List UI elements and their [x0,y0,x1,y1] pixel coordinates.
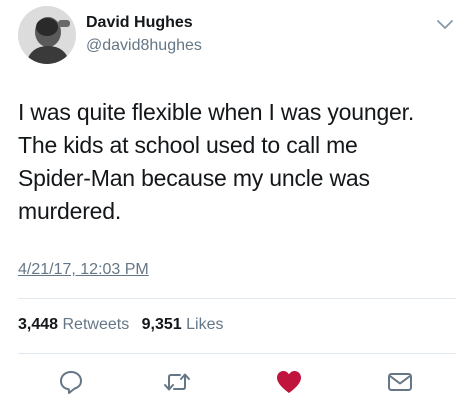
user-display-name[interactable]: David Hughes [86,14,193,32]
retweets-label: Retweets [62,316,130,333]
like-button[interactable] [273,366,305,398]
tweet-text: I was quite flexible when I was younger.… [18,99,415,224]
likes-count: 9,351 [141,316,182,333]
retweet-icon [164,373,190,391]
tweet-actions [0,366,474,398]
divider [18,353,456,354]
tweet-stats: 3,448 Retweets 9,351 Likes [18,316,224,334]
retweet-button[interactable] [161,366,193,398]
tweet-card: David Hughes @david8hughes I was quite f… [0,0,474,407]
likes-label: Likes [186,316,224,333]
reply-button[interactable] [55,366,87,398]
avatar[interactable] [18,6,76,64]
chevron-down-icon[interactable] [436,18,454,32]
user-handle[interactable]: @david8hughes [86,37,202,55]
likes-stat[interactable]: 9,351 Likes [142,316,224,334]
envelope-icon [388,373,412,391]
reply-icon [60,371,82,394]
tweet-timestamp[interactable]: 4/21/17, 12:03 PM [18,261,149,279]
retweets-stat[interactable]: 3,448 Retweets [18,316,129,334]
divider [18,298,456,299]
heart-icon [277,371,301,393]
retweets-count: 3,448 [18,316,59,333]
direct-message-button[interactable] [384,366,416,398]
